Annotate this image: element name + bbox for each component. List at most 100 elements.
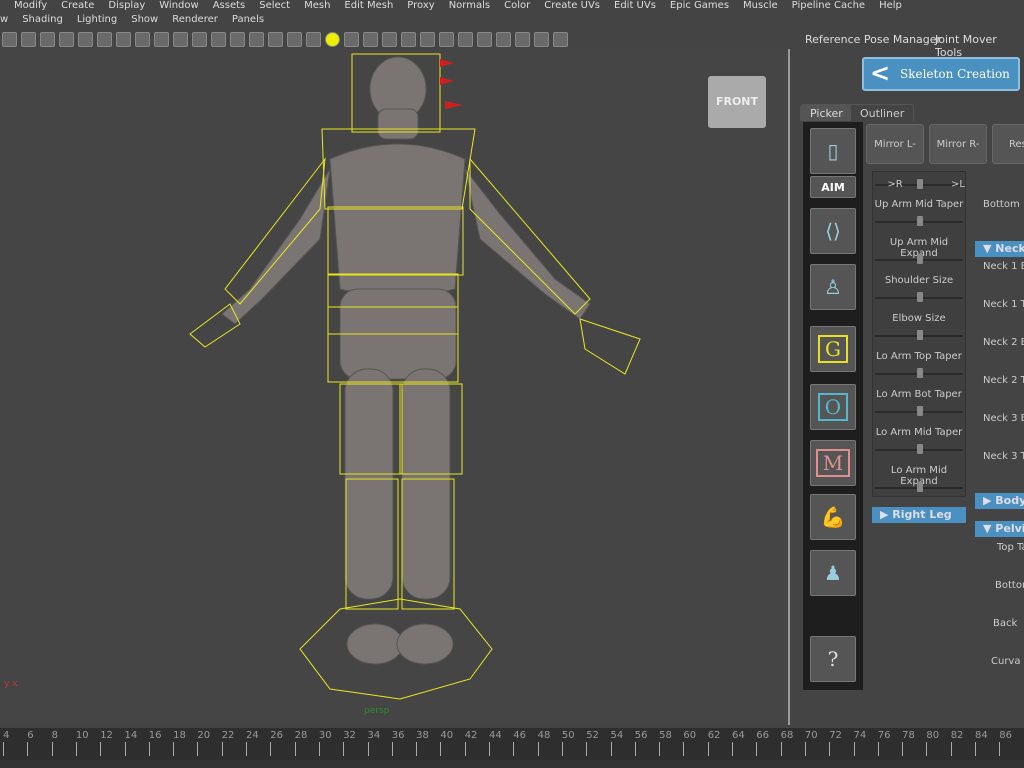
time-slider[interactable]: 4 6 8 10 12 14 16 18 20 22 24 26 28 30 32 34 36 38 40 42 44 4… [0,728,1024,760]
menu-epic-games[interactable]: Epic Games [670,1,729,11]
toolbar-tool-icon[interactable] [78,31,93,47]
menu-help[interactable]: Help [879,1,902,11]
toolbar-tool-icon[interactable] [230,31,245,47]
toolbar-tool-icon[interactable] [382,31,397,47]
toolbar-tool-icon[interactable] [173,31,188,47]
toolbar-tool-icon[interactable] [21,31,36,47]
timeline-tick-label: 10 [75,730,89,741]
mirror-body-icon[interactable]: ⟨⟩ [810,208,856,254]
picker-o-button[interactable]: O [810,384,856,430]
toolbar-tool-icon[interactable] [401,31,416,47]
toolbar-tool-icon[interactable] [420,31,435,47]
neck-slider-label: Neck 2 Bo [983,337,1024,348]
menu-pipeline-cache[interactable]: Pipeline Cache [792,1,865,11]
menu-edit-uvs[interactable]: Edit UVs [614,1,656,11]
slider-lo-arm-bot-taper[interactable] [875,406,963,416]
toolbar-tool-icon[interactable] [59,31,74,47]
toolbar-tool-icon[interactable] [192,31,207,47]
toolbar-tool-icon[interactable] [306,31,321,47]
body-icon[interactable]: ♙ [810,264,856,310]
view-menu-w[interactable]: w [0,11,8,29]
tab-picker[interactable]: Picker [800,104,853,121]
skeleton-creation-button[interactable]: < Skeleton Creation [862,57,1020,91]
toolbar-tool-icon[interactable] [344,31,359,47]
right-leg-header[interactable]: ▶ Right Leg [872,507,966,523]
menu-muscle[interactable]: Muscle [743,1,778,11]
mirror-button-0[interactable]: Mirror L->R [866,124,924,190]
neck-slider-label: Neck 1 Bo [983,261,1024,272]
menu-normals[interactable]: Normals [449,1,490,11]
toolbar-tool-icon[interactable] [515,31,530,47]
pelvis-header[interactable]: ▼ Pelvi [975,521,1024,537]
slider-label: Elbow Size [892,313,946,324]
toolbar-tool-icon[interactable] [2,31,17,47]
toolbar-tool-icon[interactable] [116,31,131,47]
menu-modify[interactable]: Modify [14,1,47,11]
view-menu-panels[interactable]: Panels [232,11,264,29]
3d-viewport[interactable]: FRONT y x [0,49,790,725]
toolbar-tool-icon[interactable] [287,31,302,47]
menu-window[interactable]: Window [159,1,198,11]
menu-edit-mesh[interactable]: Edit Mesh [344,1,393,11]
menu-assets[interactable]: Assets [213,1,246,11]
toolbar-tool-icon[interactable] [40,31,55,47]
timeline-tick-label: 38 [416,730,429,741]
template-icon[interactable]: ▯ [810,128,856,174]
toolbar-tool-icon[interactable] [135,31,150,47]
mannequin-icon[interactable]: ♟ [810,550,856,596]
mirror-button-1[interactable]: Mirror R->L [929,124,987,190]
picker-button-label: G [818,335,848,363]
timeline-tick [634,742,636,756]
toolbar-tool-icon[interactable] [458,31,473,47]
muscle-icon[interactable]: 💪 [810,494,856,540]
toolbar-tool-icon[interactable] [439,31,454,47]
view-menu-renderer[interactable]: Renderer [172,11,218,29]
timeline-tick-label: 42 [464,730,478,741]
toolbar-tool-icon[interactable] [477,31,492,47]
timeline-tick [732,742,733,756]
view-menu-show[interactable]: Show [131,11,158,29]
view-menu-lighting[interactable]: Lighting [77,11,117,29]
menu-mesh[interactable]: Mesh [304,1,330,11]
toolbar-tool-icon[interactable] [325,31,340,47]
picker-aim-button[interactable]: AIM [810,176,856,198]
neck-header[interactable]: ▼ Neck [975,241,1024,257]
timeline-tick-label: 84 [975,730,988,741]
slider-lo-arm-top-taper[interactable] [875,368,963,378]
slider-lo-arm-mid-taper[interactable] [875,444,963,454]
menu-create-uvs[interactable]: Create UVs [544,1,600,11]
slider-elbow-size[interactable] [875,330,963,340]
toolbar-tool-icon[interactable] [249,31,264,47]
timeline-tick-label: 44 [489,730,502,741]
timeline-tick-label: 76 [877,730,891,741]
menu-proxy[interactable]: Proxy [407,1,434,11]
neck-label: Neck [995,242,1024,255]
mirror-button-2[interactable]: Rese [992,124,1024,164]
toolbar-tool-icon[interactable] [211,31,226,47]
slider-up-arm-mid-taper[interactable] [875,216,963,226]
menu-color[interactable]: Color [504,1,530,11]
picker-m-button[interactable]: M [810,440,856,486]
slider-shoulder-size[interactable] [875,292,963,302]
view-cube[interactable]: FRONT [708,76,766,128]
slider-lo-arm-mid-expand[interactable] [875,482,963,492]
view-menu-shading[interactable]: Shading [22,11,63,29]
toolbar-tool-icon[interactable] [534,31,549,47]
menu-create[interactable]: Create [61,1,94,11]
range-slider[interactable] [0,760,1024,768]
toolbar-tool-icon[interactable] [268,31,283,47]
picker-?-button[interactable]: ? [810,636,856,682]
reference-pose-manager-link[interactable]: Reference Pose Manager [805,33,941,46]
toolbar-tool-icon[interactable] [154,31,169,47]
tab-outliner[interactable]: Outliner [850,104,915,121]
slider-up-arm-mid-expand[interactable] [875,254,963,264]
picker-g-button[interactable]: G [810,326,856,372]
menu-display[interactable]: Display [108,1,145,11]
toolbar-tool-icon[interactable] [496,31,511,47]
toolbar-tool-icon[interactable] [97,31,112,47]
body-header[interactable]: ▶ Body [975,493,1024,509]
menu-select[interactable]: Select [259,1,290,11]
toolbar-tool-icon[interactable] [363,31,378,47]
toolbar-tool-icon[interactable] [553,31,568,47]
joint-mover-tools-link[interactable]: Joint Mover Tools [935,33,1024,59]
